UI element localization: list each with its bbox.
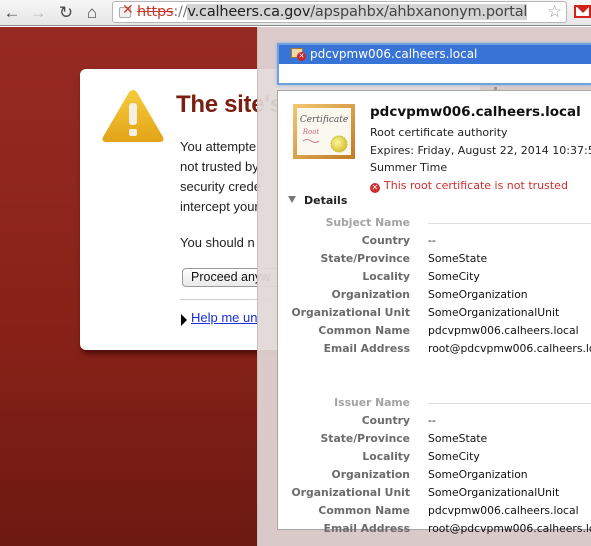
- field-value: SomeState: [428, 432, 488, 445]
- field-value: SomeCity: [428, 450, 480, 463]
- section-heading: Subject Name: [325, 216, 410, 229]
- field-value: SomeOrganization: [428, 468, 528, 481]
- certificate-field-row: Organizational Unit SomeOrganizationalUni…: [278, 304, 591, 322]
- back-button[interactable]: ←: [2, 2, 22, 22]
- field-label: Common Name: [318, 324, 410, 337]
- certificate-type: Root certificate authority: [370, 126, 508, 139]
- field-label: Common Name: [318, 504, 410, 517]
- untrusted-certificate-icon: ✕: [291, 47, 306, 61]
- certificate-field-row: Locality SomeCity: [278, 448, 591, 466]
- certificate-sheet: ✕ pdcvpmw006.calheers.local Certificate …: [257, 27, 591, 546]
- certificate-field-row: Organization SomeOrganization: [278, 466, 591, 484]
- certificate-expiry-timezone: Summer Time: [370, 161, 448, 174]
- field-label: State/Province: [320, 432, 410, 445]
- reload-icon: ↻: [58, 2, 74, 22]
- certificate-field-row: Email Address root@pdcvpmw006.calheers.lo: [278, 520, 591, 538]
- section-header: Subject Name: [278, 214, 591, 232]
- svg-text:Certificate: Certificate: [300, 115, 348, 125]
- field-value: --: [428, 414, 436, 427]
- svg-text:Root: Root: [302, 128, 320, 136]
- details-disclosure-toggle[interactable]: Details: [288, 194, 347, 207]
- field-value: SomeCity: [428, 270, 480, 283]
- details-label: Details: [304, 194, 348, 207]
- field-label: Organizational Unit: [291, 306, 410, 319]
- certificate-list-item-label: pdcvpmw006.calheers.local: [310, 47, 478, 61]
- certificate-field-row: Email Address root@pdcvpmw006.calheers.lo: [278, 340, 591, 358]
- field-label: Email Address: [323, 522, 410, 535]
- certificate-name: pdcvpmw006.calheers.local: [370, 104, 581, 120]
- certificate-icon: Certificate Root: [293, 104, 355, 159]
- url-host: v.calheers.ca.gov: [187, 4, 311, 20]
- browser-toolbar: ← → ↻ ⌂ ✕ https :// v.calheers.ca.gov /a…: [0, 0, 591, 26]
- field-label: Organization: [331, 288, 410, 301]
- disclosure-arrow-icon[interactable]: [181, 314, 187, 326]
- field-label: Organization: [331, 468, 410, 481]
- url-scheme: https: [137, 4, 174, 20]
- certificate-field-row: State/Province SomeState: [278, 430, 591, 448]
- certificate-chain-list[interactable]: ✕ pdcvpmw006.calheers.local: [277, 43, 591, 85]
- certificate-expiry: Expires: Friday, August 22, 2014 10:37:5…: [370, 144, 591, 157]
- certificate-details-panel[interactable]: Certificate Root pdcvpmw006.calheers.loc…: [277, 90, 591, 535]
- section-rule: [428, 223, 591, 224]
- field-label: Organizational Unit: [291, 486, 410, 499]
- section-heading: Issuer Name: [334, 396, 410, 409]
- subject-name-section: Subject Name Country -- State/Province Some…: [278, 214, 591, 358]
- field-value: pdcvpmw006.calheers.local: [428, 324, 579, 337]
- field-value: SomeOrganization: [428, 288, 528, 301]
- certificate-field-row: Common Name pdcvpmw006.calheers.local: [278, 502, 591, 520]
- back-arrow-icon: ←: [3, 2, 21, 22]
- trust-error-message: ✕ This root certificate is not trusted: [370, 179, 568, 193]
- help-me-understand-link[interactable]: Help me un: [191, 310, 257, 325]
- field-value: root@pdcvpmw006.calheers.lo: [428, 342, 591, 355]
- field-value: SomeOrganizationalUnit: [428, 306, 560, 319]
- field-label: Locality: [362, 270, 410, 283]
- field-value: pdcvpmw006.calheers.local: [428, 504, 579, 517]
- warning-triangle-icon: [102, 90, 164, 142]
- gmail-extension-icon[interactable]: [574, 5, 591, 18]
- certificate-field-row: State/Province SomeState: [278, 250, 591, 268]
- field-label: Country: [361, 234, 410, 247]
- forward-arrow-icon: →: [29, 2, 47, 22]
- url-path: /apspahbx/ahbxanonym.portal: [310, 4, 528, 20]
- certificate-field-row: Country --: [278, 232, 591, 250]
- error-icon: ✕: [370, 183, 380, 193]
- certificate-field-row: Organization SomeOrganization: [278, 286, 591, 304]
- field-label: Locality: [362, 450, 410, 463]
- forward-button[interactable]: →: [28, 2, 48, 22]
- field-label: Country: [361, 414, 410, 427]
- certificate-list-item[interactable]: ✕ pdcvpmw006.calheers.local: [279, 45, 591, 64]
- field-value: --: [428, 234, 436, 247]
- field-value: SomeState: [428, 252, 488, 265]
- section-header: Issuer Name: [278, 394, 591, 412]
- trust-error-text: This root certificate is not trusted: [384, 179, 568, 192]
- certificate-field-row: Organizational Unit SomeOrganizationalUni…: [278, 484, 591, 502]
- field-value: root@pdcvpmw006.calheers.lo: [428, 522, 591, 535]
- issuer-name-section: Issuer Name Country -- State/Province SomeS…: [278, 394, 591, 538]
- field-label: State/Province: [320, 252, 410, 265]
- field-value: SomeOrganizationalUnit: [428, 486, 560, 499]
- reload-button[interactable]: ↻: [56, 2, 76, 22]
- field-label: Email Address: [323, 342, 410, 355]
- home-button[interactable]: ⌂: [82, 2, 102, 22]
- bookmark-star-icon[interactable]: ☆: [547, 2, 562, 22]
- home-icon: ⌂: [86, 2, 98, 22]
- certificate-field-row: Country --: [278, 412, 591, 430]
- certificate-field-row: Common Name pdcvpmw006.calheers.local: [278, 322, 591, 340]
- address-bar[interactable]: ✕ https :// v.calheers.ca.gov /apspahbx/…: [112, 1, 567, 23]
- certificate-field-row: Locality SomeCity: [278, 268, 591, 286]
- url-separator: ://: [173, 4, 188, 20]
- disclosure-triangle-icon: [288, 196, 296, 203]
- broken-lock-icon[interactable]: ✕: [117, 2, 137, 20]
- section-rule: [428, 403, 591, 404]
